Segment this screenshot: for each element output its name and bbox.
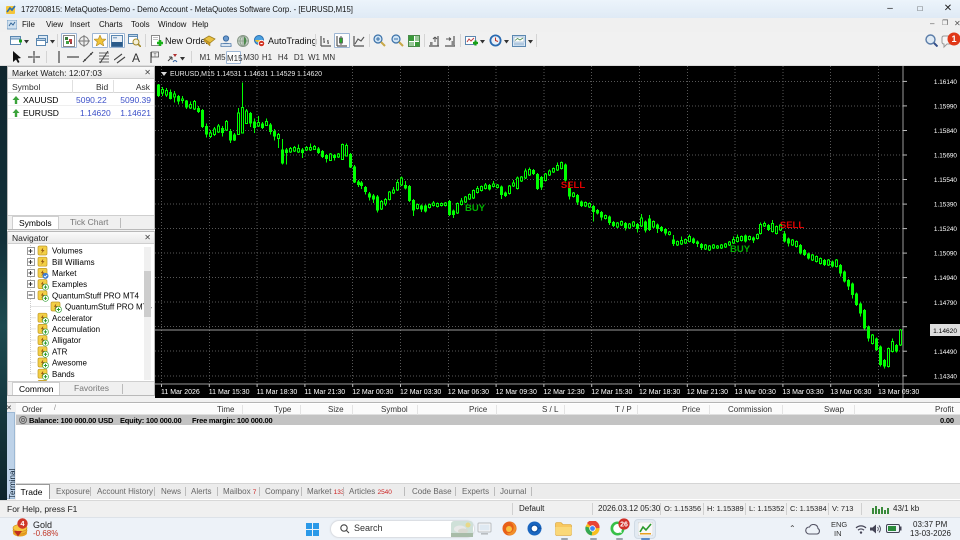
svg-text:1: 1 bbox=[951, 34, 956, 44]
svg-text:Market: Market bbox=[52, 269, 77, 278]
svg-text:Bands: Bands bbox=[52, 370, 75, 379]
svg-text:1.15990: 1.15990 bbox=[934, 104, 958, 111]
svg-text:11 Mar 15:30: 11 Mar 15:30 bbox=[209, 389, 250, 396]
svg-text:1.15240: 1.15240 bbox=[934, 226, 958, 233]
svg-text:BUY: BUY bbox=[465, 203, 486, 214]
svg-text:SELL: SELL bbox=[561, 180, 585, 191]
svg-text:Accumulation: Accumulation bbox=[52, 325, 100, 334]
svg-text:QuantumStuff PRO MT4: QuantumStuff PRO MT4 bbox=[65, 303, 153, 312]
svg-text:EURUSD,M15 1.14531 1.14631 1.: EURUSD,M15 1.14531 1.14631 1.14529 1.146… bbox=[170, 71, 322, 78]
svg-text:12 Mar 06:30: 12 Mar 06:30 bbox=[448, 389, 489, 396]
svg-text:Accelerator: Accelerator bbox=[52, 314, 93, 323]
svg-text:1.14340: 1.14340 bbox=[934, 373, 958, 380]
svg-text:12 Mar 15:30: 12 Mar 15:30 bbox=[591, 389, 632, 396]
svg-text:12 Mar 03:30: 12 Mar 03:30 bbox=[400, 389, 441, 396]
svg-text:Examples: Examples bbox=[52, 280, 87, 289]
svg-text:26: 26 bbox=[620, 522, 628, 529]
svg-text:13 Mar 00:30: 13 Mar 00:30 bbox=[735, 389, 776, 396]
svg-text:1.14790: 1.14790 bbox=[934, 300, 958, 307]
svg-text:11 Mar 2026: 11 Mar 2026 bbox=[161, 389, 200, 396]
svg-text:Volumes: Volumes bbox=[52, 247, 83, 256]
svg-text:12 Mar 09:30: 12 Mar 09:30 bbox=[496, 389, 537, 396]
svg-text:13 Mar 09:30: 13 Mar 09:30 bbox=[878, 389, 919, 396]
svg-text:1.15540: 1.15540 bbox=[934, 177, 958, 184]
svg-text:1.15840: 1.15840 bbox=[934, 128, 958, 135]
svg-text:11 Mar 21:30: 11 Mar 21:30 bbox=[304, 389, 345, 396]
svg-text:Awesome: Awesome bbox=[52, 359, 88, 368]
svg-text:SELL: SELL bbox=[780, 220, 804, 231]
svg-text:Terminal: Terminal bbox=[8, 469, 17, 499]
svg-text:ATR: ATR bbox=[52, 347, 68, 356]
svg-text:QuantumStuff PRO MT4: QuantumStuff PRO MT4 bbox=[52, 291, 140, 300]
svg-text:BUY: BUY bbox=[730, 244, 751, 255]
svg-text:11 Mar 18:30: 11 Mar 18:30 bbox=[257, 389, 298, 396]
svg-text:12 Mar 12:30: 12 Mar 12:30 bbox=[543, 389, 584, 396]
svg-text:Bill Williams: Bill Williams bbox=[52, 258, 95, 267]
svg-text:13 Mar 03:30: 13 Mar 03:30 bbox=[782, 389, 823, 396]
svg-text:1.15090: 1.15090 bbox=[934, 251, 958, 258]
svg-text:A: A bbox=[132, 51, 140, 64]
svg-text:13 Mar 06:30: 13 Mar 06:30 bbox=[830, 389, 871, 396]
svg-text:1.15690: 1.15690 bbox=[934, 153, 958, 160]
svg-text:1.16140: 1.16140 bbox=[934, 79, 958, 86]
svg-text:12 Mar 00:30: 12 Mar 00:30 bbox=[352, 389, 393, 396]
svg-text:1.14620: 1.14620 bbox=[933, 328, 957, 335]
svg-text:12 Mar 21:30: 12 Mar 21:30 bbox=[687, 389, 728, 396]
svg-text:1.15390: 1.15390 bbox=[934, 202, 958, 209]
svg-text:1.14490: 1.14490 bbox=[934, 349, 958, 356]
svg-text:12 Mar 18:30: 12 Mar 18:30 bbox=[639, 389, 680, 396]
svg-text:1.14940: 1.14940 bbox=[934, 275, 958, 282]
svg-text:T: T bbox=[154, 52, 157, 57]
svg-text:Alligator: Alligator bbox=[52, 336, 81, 345]
